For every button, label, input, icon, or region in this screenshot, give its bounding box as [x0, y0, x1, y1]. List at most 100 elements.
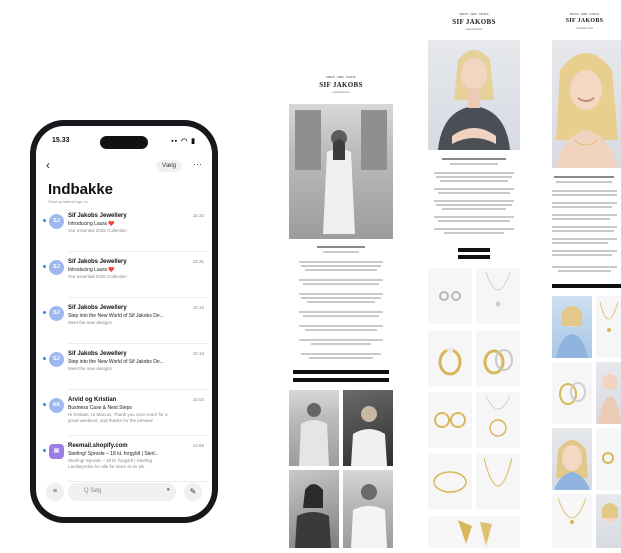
mail-toolbar: ‹ Vælg ···	[46, 158, 202, 176]
brand-location: COPENHAGEN	[465, 28, 483, 31]
model-image-4	[596, 494, 621, 548]
cta-button[interactable]	[552, 284, 621, 288]
mail-preview-line2: Landstyrelse for alle for store at en te…	[68, 464, 145, 469]
mail-time: 15.03	[192, 397, 204, 402]
unread-dot-icon	[43, 219, 46, 222]
product-chain-necklace	[476, 454, 520, 510]
unread-dot-icon	[43, 311, 46, 314]
unread-dot-icon	[43, 265, 46, 268]
model-image-2	[596, 362, 621, 424]
brand-logo: SIF JAKOBS	[452, 18, 496, 26]
product-gold-earrings	[428, 516, 520, 548]
brand-tagline: SINCE · 2009 · STOCK	[459, 12, 489, 16]
product-pendant	[596, 296, 621, 358]
select-button[interactable]: Vælg	[155, 160, 182, 172]
mail-sender: Sif Jakobs Jewellery	[68, 213, 127, 219]
compose-icon[interactable]: ✎	[184, 483, 202, 501]
portrait-image	[552, 40, 621, 168]
email-preview-1: SINCE · 2009 · STOCK SIF JAKOBS COPENHAG…	[285, 70, 397, 548]
row-divider	[68, 343, 208, 344]
gallery-image-4	[343, 470, 393, 548]
mail-sender: Reemail.shopify.com	[68, 443, 128, 449]
back-chevron-icon[interactable]: ‹	[46, 158, 50, 172]
mail-subject: Introducing Laura ❤️	[68, 267, 115, 273]
mail-time: 14.58	[192, 443, 204, 448]
product-necklace-pendant	[476, 268, 520, 324]
mail-row[interactable]: SJ Sif Jakobs Jewellery 15.10 Step into the…	[40, 346, 208, 390]
mail-subject: Step into the New World of Sif Jakobs De…	[68, 313, 164, 319]
status-bar: 15.33 ▪▪ ◠ ▮	[52, 137, 196, 149]
row-divider	[68, 435, 208, 436]
product-earrings-studs	[428, 268, 472, 324]
mail-preview-line2: great weekend, and thanks for the previe…	[68, 418, 153, 423]
model-image-1	[552, 296, 592, 358]
email-preview-2: SINCE · 2009 · STOCK SIF JAKOBS COPENHAG…	[424, 10, 524, 548]
mail-preview: Meet the new designs	[68, 320, 112, 325]
gallery-image-2	[343, 390, 393, 466]
mail-row[interactable]: SJ Sif Jakobs Jewellery 15.12 Step into the…	[40, 300, 208, 344]
unread-dot-icon	[43, 403, 46, 406]
mail-preview: Our essential 2025 Collection	[68, 228, 127, 233]
row-divider	[68, 297, 208, 298]
more-options-icon[interactable]: ···	[193, 159, 202, 169]
gallery-image-3	[289, 470, 339, 548]
mail-row[interactable]: ▤ Reemail.shopify.com 14.58 Sterling! Spros…	[40, 438, 208, 482]
mail-sender: Sif Jakobs Jewellery	[68, 259, 127, 265]
product-necklace	[552, 494, 592, 548]
mail-sender: Sif Jakobs Jewellery	[68, 305, 127, 311]
sender-avatar: SJ	[49, 352, 64, 367]
product-earring	[596, 428, 621, 490]
unread-dot-icon	[43, 449, 46, 452]
mail-subject: Step into the New World of Sif Jakobs De…	[68, 359, 164, 365]
mail-sender: Sif Jakobs Jewellery	[68, 351, 127, 357]
cta-button-secondary[interactable]	[458, 255, 490, 259]
brand-location: COPENHAGEN	[576, 27, 593, 30]
email-preview-3: SINCE · 2009 · STOCK SIF JAKOBS COPENHAG…	[548, 10, 621, 548]
brand-logo: SIF JAKOBS	[565, 18, 604, 24]
mail-time: 15.32	[192, 213, 204, 218]
portrait-image	[428, 40, 520, 150]
mail-preview: Our essential 2025 Collection	[68, 274, 127, 279]
microphone-icon[interactable]: ●	[166, 487, 170, 493]
product-circle-necklace	[476, 392, 520, 448]
search-field[interactable]: Q Søg ●	[68, 483, 176, 501]
hero-image	[289, 104, 393, 239]
row-divider	[68, 389, 208, 390]
cta-button[interactable]	[458, 248, 490, 252]
sender-avatar: SJ	[49, 214, 64, 229]
brand-tagline: SINCE · 2009 · STOCK	[569, 12, 600, 16]
product-hoop-earrings	[428, 392, 472, 448]
mail-preview: Meet the new designs	[68, 366, 112, 371]
mail-subject: Business Case & Next Steps	[68, 405, 132, 411]
row-divider	[68, 251, 208, 252]
signal-wifi-battery-icon: ▪▪ ◠ ▮	[171, 138, 196, 145]
mail-time: 15.12	[192, 305, 204, 310]
cta-button-secondary[interactable]	[293, 378, 389, 382]
brand-tagline: SINCE · 2009 · STOCK	[326, 75, 356, 79]
phone-screen: 15.33 ▪▪ ◠ ▮ ‹ Vælg ··· Indbakke Sidst o…	[36, 126, 212, 517]
product-bracelet	[428, 454, 472, 510]
sender-avatar: SJ	[49, 260, 64, 275]
bottom-search-bar: ≡ Q Søg ● ✎	[46, 481, 202, 503]
sender-avatar: ▤	[49, 444, 64, 459]
sender-avatar: AK	[49, 398, 64, 413]
product-rings	[552, 362, 592, 424]
unread-dot-icon	[43, 357, 46, 360]
brand-logo: SIF JAKOBS	[319, 81, 363, 89]
model-image-3	[552, 428, 592, 490]
mail-row[interactable]: SJ Sif Jakobs Jewellery 15.31 Introducing L…	[40, 254, 208, 298]
filter-icon[interactable]: ≡	[46, 483, 64, 501]
inbox-subtitle: Sidst opdateret lige nu	[48, 199, 88, 204]
brand-location: COPENHAGEN	[332, 91, 350, 94]
mail-subject: Sterling! Sprosle – 18 kt. forgyldt | St…	[68, 451, 159, 457]
inbox-title: Indbakke	[48, 181, 114, 198]
product-gold-ring	[428, 330, 472, 386]
cta-button[interactable]	[293, 370, 389, 374]
search-placeholder: Q Søg	[84, 488, 102, 494]
mail-row[interactable]: SJ Sif Jakobs Jewellery 15.32 Introducing L…	[40, 208, 208, 252]
product-gold-rings-pair	[476, 330, 520, 386]
mail-row[interactable]: AK Arvid og Kristian 15.03 Business Case & …	[40, 392, 208, 436]
mail-time: 15.31	[192, 259, 204, 264]
mail-subject: Introducing Laura ❤️	[68, 221, 115, 227]
status-time: 15.33	[52, 137, 70, 144]
